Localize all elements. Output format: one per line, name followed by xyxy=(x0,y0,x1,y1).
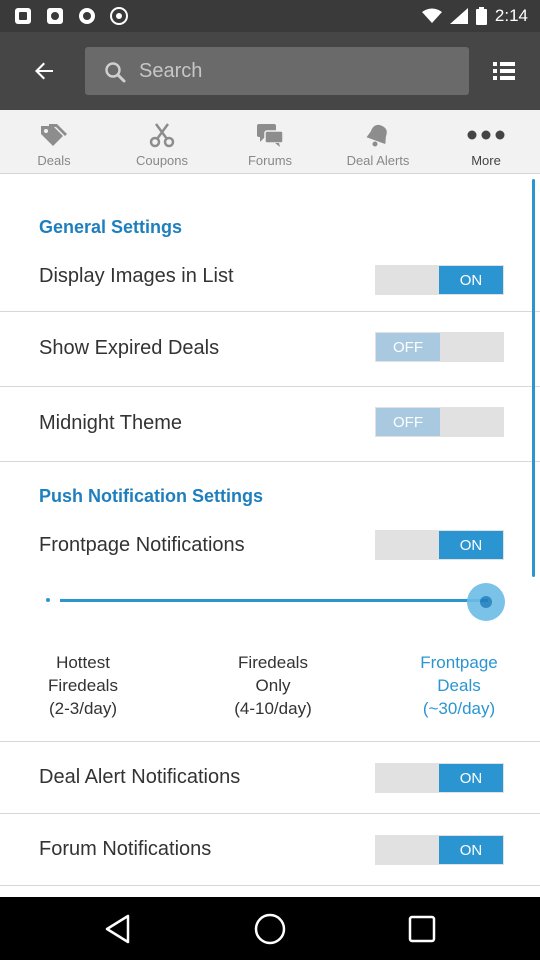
option-line: (~30/day) xyxy=(422,699,496,718)
scrollbar[interactable] xyxy=(532,179,535,577)
slider-start-marker xyxy=(46,598,50,602)
status-time: 2:14 xyxy=(494,6,528,25)
divider xyxy=(0,461,540,462)
tab-bar: Deals Coupons Forums Deal Alerts More xyxy=(0,110,540,174)
general-settings-header: General Settings xyxy=(39,217,183,237)
option-line: Frontpage xyxy=(420,653,498,672)
notification-icon-1 xyxy=(15,8,31,24)
back-button[interactable] xyxy=(18,46,70,96)
frequency-slider-thumb[interactable] xyxy=(467,583,505,621)
notification-icon-2 xyxy=(47,8,63,24)
push-notification-settings-header: Push Notification Settings xyxy=(39,486,264,506)
tab-label: Coupons xyxy=(135,153,189,168)
notification-icon-4 xyxy=(110,7,128,25)
show-expired-row[interactable]: Show Expired Deals OFF xyxy=(0,311,540,386)
tab-label: Deals xyxy=(37,153,71,168)
option-line: Firedeals xyxy=(238,653,308,672)
toggle-state: OFF xyxy=(376,408,440,436)
settings-content: General Settings Display Images in List … xyxy=(0,175,540,889)
option-line: Firedeals xyxy=(48,676,118,695)
forum-notifications-row[interactable]: Forum Notifications ON xyxy=(0,813,540,885)
list-menu-icon xyxy=(493,62,515,80)
toggle-state: ON xyxy=(439,266,503,294)
forum-notifications-label: Forum Notifications xyxy=(39,838,212,860)
midnight-theme-row[interactable]: Midnight Theme OFF xyxy=(0,386,540,461)
midnight-theme-toggle[interactable]: OFF xyxy=(375,407,504,437)
display-images-toggle[interactable]: ON xyxy=(375,265,504,295)
tab-label: Forums xyxy=(247,153,293,168)
tag-icon xyxy=(41,124,67,146)
search-box[interactable] xyxy=(85,47,469,95)
scissors-icon xyxy=(149,123,175,148)
circle-home-icon xyxy=(254,913,286,945)
tab-coupons[interactable]: Coupons xyxy=(108,110,216,173)
square-recents-icon xyxy=(408,915,436,943)
nav-home-button[interactable] xyxy=(252,911,288,947)
deal-alert-notifications-row[interactable]: Deal Alert Notifications ON xyxy=(0,741,540,813)
deal-alert-notifications-toggle[interactable]: ON xyxy=(375,763,504,793)
show-expired-toggle[interactable]: OFF xyxy=(375,332,504,362)
midnight-theme-label: Midnight Theme xyxy=(39,412,183,434)
display-images-row[interactable]: Display Images in List ON xyxy=(0,251,540,311)
arrow-left-icon xyxy=(35,62,53,80)
display-images-label: Display Images in List xyxy=(39,265,234,287)
option-line: (2-3/day) xyxy=(48,699,118,718)
option-line: Only xyxy=(255,676,291,695)
tab-deals[interactable]: Deals xyxy=(0,110,108,173)
notification-icon-3 xyxy=(79,8,95,24)
tab-forums[interactable]: Forums xyxy=(216,110,324,173)
toggle-state: ON xyxy=(439,531,503,559)
more-icon xyxy=(467,130,505,140)
triangle-back-icon xyxy=(105,914,130,944)
frontpage-notifications-toggle[interactable]: ON xyxy=(375,530,504,560)
tab-deal-alerts[interactable]: Deal Alerts xyxy=(324,110,432,173)
app-bar xyxy=(0,32,540,110)
option-line: Hottest xyxy=(56,653,110,672)
forum-notifications-toggle[interactable]: ON xyxy=(375,835,504,865)
bell-icon xyxy=(366,124,387,147)
nav-recents-button[interactable] xyxy=(404,911,440,947)
toggle-state: OFF xyxy=(376,333,440,361)
battery-icon xyxy=(475,7,487,25)
option-firedeals-only[interactable]: Firedeals Only (4-10/day) xyxy=(213,651,333,720)
option-line: (4-10/day) xyxy=(234,699,312,718)
tab-label: Deal Alerts xyxy=(346,153,410,168)
search-input[interactable] xyxy=(139,47,459,95)
overflow-menu-button[interactable] xyxy=(482,48,526,94)
nav-back-button[interactable] xyxy=(100,911,136,947)
option-frontpage-deals[interactable]: Frontpage Deals (~30/day) xyxy=(399,651,519,720)
tab-more[interactable]: More xyxy=(432,110,540,173)
toggle-state: ON xyxy=(439,836,503,864)
frontpage-notifications-label: Frontpage Notifications xyxy=(39,534,245,556)
wifi-icon xyxy=(421,8,442,23)
chat-icon xyxy=(257,124,284,147)
option-hottest-firedeals[interactable]: Hottest Firedeals (2-3/day) xyxy=(23,651,143,720)
deal-alert-notifications-label: Deal Alert Notifications xyxy=(39,766,241,788)
divider xyxy=(0,885,540,886)
status-bar: 2:14 xyxy=(0,0,540,32)
system-nav-bar xyxy=(0,897,540,960)
show-expired-label: Show Expired Deals xyxy=(39,337,220,359)
signal-icon xyxy=(449,8,468,24)
option-line: Deals xyxy=(437,676,481,695)
toggle-state: ON xyxy=(439,764,503,792)
tab-label: More xyxy=(471,153,501,168)
frontpage-notifications-row[interactable]: Frontpage Notifications ON xyxy=(0,520,540,572)
frequency-slider-track[interactable] xyxy=(60,599,488,602)
search-icon xyxy=(105,62,126,83)
